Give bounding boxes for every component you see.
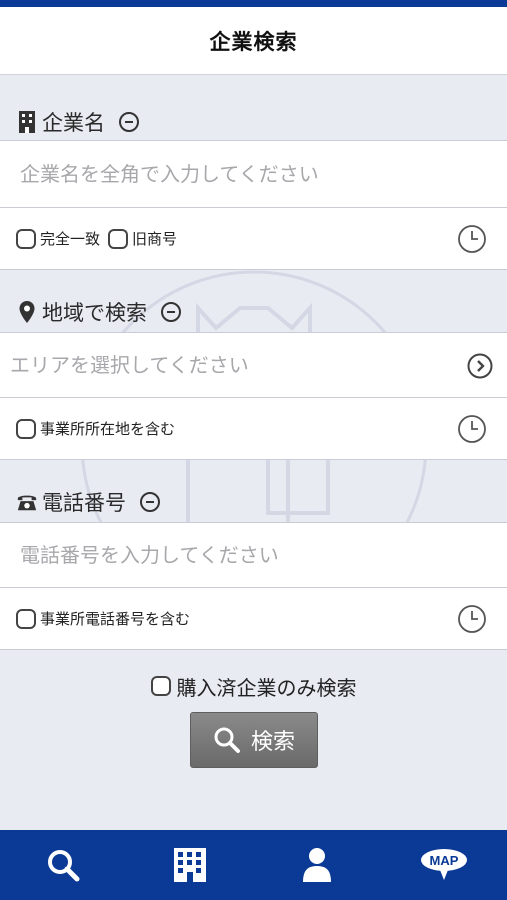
- area-select-row[interactable]: [0, 332, 507, 398]
- phone-number-input[interactable]: [0, 523, 507, 587]
- location-pin-icon: [16, 299, 38, 325]
- include-branch-address-checkbox[interactable]: 事業所所在地を含む: [16, 418, 175, 439]
- building-icon: [16, 109, 38, 135]
- company-name-input[interactable]: [0, 141, 507, 207]
- purchased-only-checkbox[interactable]: 購入済企業のみ検索: [0, 668, 507, 704]
- checkbox-box[interactable]: [16, 418, 36, 439]
- tab-map[interactable]: MAP: [380, 830, 507, 900]
- company-options-row: 完全一致 旧商号: [0, 208, 507, 270]
- company-section-label: 企業名: [16, 104, 139, 140]
- exact-match-label: 完全一致: [40, 230, 101, 248]
- bottom-tab-bar: MAP: [0, 830, 507, 900]
- history-clock-icon[interactable]: [457, 224, 487, 254]
- search-button[interactable]: 検索: [190, 712, 318, 768]
- checkbox-box[interactable]: [108, 228, 129, 249]
- purchased-only-label: 購入済企業のみ検索: [176, 675, 357, 700]
- checkbox-box[interactable]: [16, 608, 36, 629]
- include-branch-phone-label: 事業所電話番号を含む: [40, 610, 191, 628]
- map-icon: MAP: [420, 849, 467, 880]
- phone-options-row: 事業所電話番号を含む: [0, 588, 507, 650]
- top-accent-bar: [0, 0, 507, 7]
- map-label: MAP: [429, 853, 458, 868]
- exact-match-checkbox[interactable]: 完全一致: [16, 228, 100, 249]
- collapse-minus-icon[interactable]: [161, 302, 181, 322]
- phone-label-text: 電話番号: [42, 491, 126, 515]
- telephone-icon: [16, 489, 38, 515]
- checkbox-box[interactable]: [150, 676, 171, 696]
- history-clock-icon[interactable]: [457, 604, 487, 634]
- header: 企業検索: [0, 7, 507, 75]
- region-options-row: 事業所所在地を含む: [0, 398, 507, 460]
- include-branch-phone-checkbox[interactable]: 事業所電話番号を含む: [16, 608, 190, 629]
- tab-account[interactable]: [254, 830, 381, 900]
- company-name-field-row: [0, 140, 507, 208]
- search-icon: [214, 727, 240, 753]
- collapse-minus-icon[interactable]: [140, 492, 160, 512]
- history-clock-icon[interactable]: [457, 414, 487, 444]
- person-icon: [302, 848, 331, 882]
- search-icon: [48, 850, 80, 882]
- building-icon: [174, 848, 207, 882]
- area-select-input[interactable]: [0, 333, 507, 397]
- collapse-minus-icon[interactable]: [119, 112, 139, 132]
- former-name-checkbox[interactable]: 旧商号: [108, 228, 177, 249]
- company-label-text: 企業名: [42, 111, 105, 135]
- phone-section-label: 電話番号: [16, 484, 160, 520]
- include-branch-address-label: 事業所所在地を含む: [40, 420, 176, 438]
- tab-company[interactable]: [127, 830, 254, 900]
- region-label-text: 地域で検索: [42, 301, 147, 325]
- page-title: 企業検索: [209, 29, 298, 54]
- chevron-right-icon[interactable]: [467, 353, 493, 379]
- phone-field-row: [0, 522, 507, 588]
- tab-search[interactable]: [0, 830, 127, 900]
- region-section-label: 地域で検索: [16, 294, 181, 330]
- former-name-label: 旧商号: [132, 230, 178, 248]
- checkbox-box[interactable]: [16, 228, 36, 249]
- search-button-label: 検索: [250, 730, 295, 755]
